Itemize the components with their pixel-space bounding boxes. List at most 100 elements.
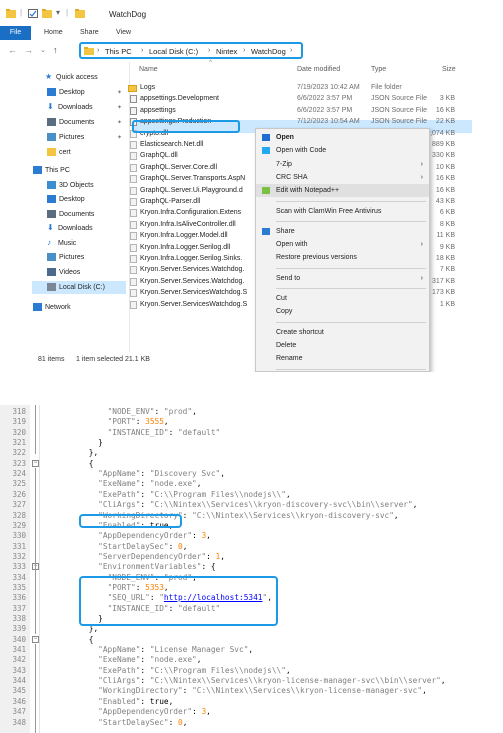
code-line[interactable]: "AppName": "Discovery Svc", — [70, 469, 225, 478]
code-line[interactable]: "NODE_ENV": "prod", — [70, 407, 197, 416]
pin-icon[interactable]: ✦ — [117, 104, 122, 111]
line-number: 318 — [12, 407, 26, 416]
code-line[interactable]: "EnvironmentVariables": { — [70, 562, 215, 571]
fold-toggle-icon[interactable]: − — [32, 460, 39, 467]
pin-icon[interactable]: ✦ — [117, 134, 122, 141]
new-folder-icon[interactable] — [42, 9, 52, 18]
menu-item-rename[interactable]: Rename — [256, 352, 429, 365]
file-row[interactable]: GraphQL.Server.Transports.AspN — [130, 173, 245, 185]
code-line[interactable]: "WorkingDirectory": "C:\\Nintex\\Service… — [70, 686, 427, 695]
nav-network[interactable]: Network — [33, 302, 71, 314]
nav-item-label: Local Disk (C:) — [59, 284, 105, 291]
up-arrow-icon[interactable]: ↑ — [53, 45, 58, 55]
file-row[interactable]: Kryon.Server.Services.Watchdog. — [130, 264, 244, 276]
code-line[interactable]: "CliArgs": "C:\\Nintex\\Services\\kryon-… — [70, 500, 417, 509]
menu-item-open-with-code[interactable]: Open with Code — [256, 144, 429, 157]
menu-item-crc-sha[interactable]: CRC SHA › — [256, 171, 429, 184]
breadcrumb-this-pc[interactable]: This PC — [105, 47, 132, 56]
code-line[interactable]: "ExeName": "node.exe", — [70, 655, 201, 664]
code-line[interactable]: "Enabled": true, — [70, 697, 173, 706]
nav-item-label: cert — [59, 149, 71, 156]
nav-item-documents[interactable]: Documents — [47, 209, 94, 221]
code-line[interactable]: "INSTANCE_ID": "default" — [70, 428, 221, 437]
menu-item-open[interactable]: Open — [256, 131, 429, 144]
code-line[interactable]: }, — [70, 448, 98, 457]
code-line[interactable]: { — [70, 635, 94, 644]
code-line[interactable]: "ExePath": "C:\\Program Files\\nodejs\\"… — [70, 666, 290, 675]
column-header-name[interactable]: Name — [139, 66, 158, 73]
menu-item-scan-with-clamwin-free-antivirus[interactable]: Scan with ClamWin Free Antivirus — [256, 205, 429, 218]
breadcrumb-local-disk[interactable]: Local Disk (C:) — [149, 47, 198, 56]
menu-item-copy[interactable]: Copy — [256, 305, 429, 318]
file-row[interactable]: Kryon.Infra.Configuration.Extens — [130, 207, 241, 219]
nav-quick-access[interactable]: ★ Quick access — [45, 72, 98, 84]
nav-item-downloads[interactable]: ⬇ Downloads — [47, 223, 93, 235]
menu-item-share[interactable]: Share — [256, 225, 429, 238]
file-row[interactable]: Kryon.Server.ServicesWatchdog.S — [130, 299, 247, 311]
nav-item-3d-objects[interactable]: 3D Objects — [47, 180, 94, 192]
pin-icon[interactable]: ✦ — [117, 89, 122, 96]
folder-icon — [128, 85, 137, 92]
breadcrumb-watchdog[interactable]: WatchDog — [251, 47, 286, 56]
code-line[interactable]: "CliArgs": "C:\\Nintex\\Services\\kryon-… — [70, 676, 445, 685]
code-line[interactable]: { — [70, 459, 94, 468]
tab-home[interactable]: Home — [44, 26, 63, 40]
recent-locations-icon[interactable]: ⌄ — [40, 46, 46, 54]
file-row[interactable]: GraphQL.dll — [130, 150, 178, 162]
menu-item-restore-previous-versions[interactable]: Restore previous versions — [256, 251, 429, 264]
code-line[interactable]: } — [70, 438, 103, 447]
nav-this-pc[interactable]: This PC — [33, 165, 70, 177]
menu-item-send-to[interactable]: Send to › — [256, 272, 429, 285]
pin-icon[interactable]: ✦ — [117, 119, 122, 126]
qa-dropdown-icon[interactable]: ▾ — [56, 8, 60, 17]
code-line[interactable]: "ExePath": "C:\\Program Files\\nodejs\\"… — [70, 490, 290, 499]
code-line[interactable]: "AppName": "License Manager Svc", — [70, 645, 253, 654]
tab-view[interactable]: View — [116, 26, 131, 40]
sort-indicator-icon: ^ — [209, 60, 212, 66]
properties-icon[interactable] — [28, 9, 38, 18]
file-date: 7/12/2023 10:54 AM — [297, 118, 360, 125]
nav-item-documents[interactable]: Documents — [47, 117, 94, 129]
back-arrow-icon[interactable]: ← — [8, 45, 17, 55]
nav-item-videos[interactable]: Videos — [47, 267, 80, 279]
code-line[interactable]: "AppDependencyOrder": 3, — [70, 531, 211, 540]
code-line[interactable]: "AppDependencyOrder": 3, — [70, 707, 211, 716]
nav-item-downloads[interactable]: ⬇ Downloads — [47, 102, 93, 114]
desktop-icon — [47, 195, 56, 204]
nav-item-pictures[interactable]: Pictures — [47, 132, 84, 144]
file-row[interactable]: Kryon.Infra.Logger.Model.dll — [130, 230, 228, 242]
breadcrumb-nintex[interactable]: Nintex — [216, 47, 237, 56]
tab-file[interactable]: File — [0, 26, 31, 40]
address-bar[interactable]: › This PC › Local Disk (C:) › Nintex › W… — [79, 42, 303, 59]
code-line[interactable]: "PORT": 3555, — [70, 417, 169, 426]
line-number: 342 — [12, 655, 26, 664]
column-header-date[interactable]: Date modified — [297, 66, 340, 73]
nav-item-desktop[interactable]: Desktop — [47, 87, 85, 99]
submenu-chevron-icon: › — [420, 241, 423, 249]
nav-item-music[interactable]: ♪ Music — [47, 238, 76, 250]
menu-item-edit-with-notepad[interactable]: Edit with Notepad++ — [256, 184, 429, 198]
nav-item-desktop[interactable]: Desktop — [47, 194, 85, 206]
nav-item-cert[interactable]: cert — [47, 147, 71, 159]
file-row[interactable]: Kryon.Server.ServicesWatchdog.S — [130, 287, 247, 299]
nav-item-pictures[interactable]: Pictures — [47, 252, 84, 264]
window-title: WatchDog — [109, 10, 147, 19]
menu-item-open-with[interactable]: Open with › — [256, 238, 429, 251]
menu-item-create-shortcut[interactable]: Create shortcut — [256, 326, 429, 339]
fold-toggle-icon[interactable]: − — [32, 636, 39, 643]
menu-item-cut[interactable]: Cut — [256, 292, 429, 305]
code-line[interactable]: "ExeName": "node.exe", — [70, 479, 201, 488]
file-row[interactable]: appsettings.Development — [130, 93, 219, 105]
line-number: 335 — [12, 583, 26, 592]
code-line[interactable]: "ServerDependencyOrder": 1, — [70, 552, 225, 561]
column-header-type[interactable]: Type — [371, 66, 386, 73]
menu-item-7-zip[interactable]: 7-Zip › — [256, 158, 429, 171]
code-line[interactable]: "StartDelaySec": 0, — [70, 718, 187, 727]
code-line[interactable]: "StartDelaySec": 0, — [70, 542, 187, 551]
tab-share[interactable]: Share — [80, 26, 99, 40]
forward-arrow-icon[interactable]: → — [24, 45, 33, 55]
nav-item-local-disk-c[interactable]: Local Disk (C:) — [47, 282, 105, 294]
menu-item-label: Restore previous versions — [276, 254, 357, 262]
menu-item-delete[interactable]: Delete — [256, 339, 429, 352]
column-header-size[interactable]: Size — [442, 66, 456, 73]
